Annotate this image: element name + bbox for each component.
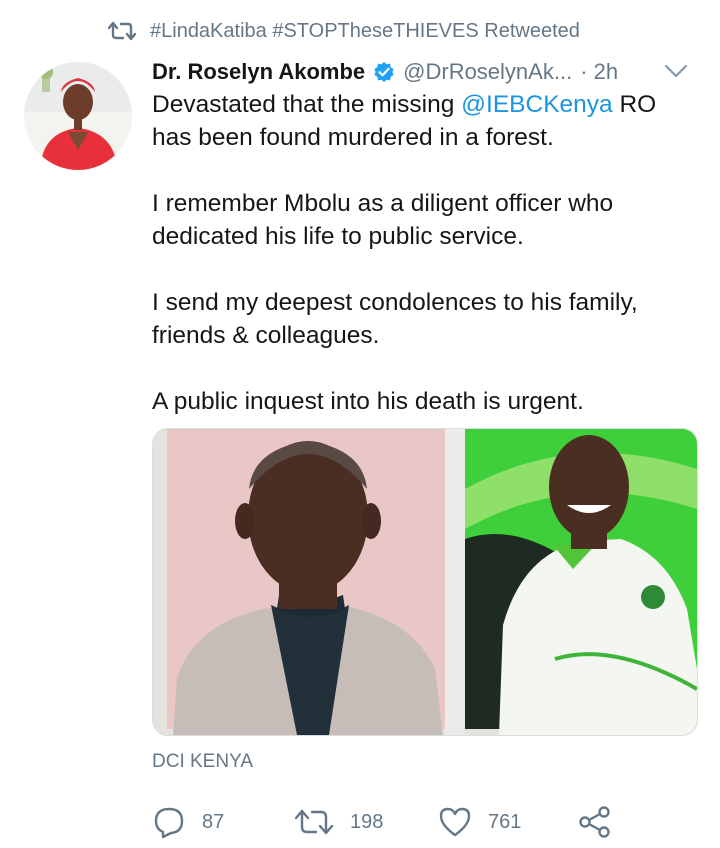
author-name[interactable]: Dr. Roselyn Akombe bbox=[152, 59, 365, 85]
tweet-header: Dr. Roselyn Akombe @DrRoselynAk... · 2h bbox=[152, 54, 697, 90]
retweet-context-text: #LindaKatiba #STOPTheseTHIEVES Retweeted bbox=[150, 19, 580, 42]
verified-badge-icon bbox=[373, 61, 395, 83]
retweet-context[interactable]: #LindaKatiba #STOPTheseTHIEVES Retweeted bbox=[108, 14, 580, 48]
time-separator: · bbox=[580, 59, 588, 84]
reply-icon bbox=[154, 807, 184, 839]
reply-count: 87 bbox=[202, 810, 225, 833]
share-icon bbox=[579, 806, 610, 838]
author-handle[interactable]: @DrRoselynAk... bbox=[403, 59, 572, 85]
retweet-count: 198 bbox=[350, 810, 384, 833]
tweet-media[interactable] bbox=[152, 428, 698, 736]
time-value: 2h bbox=[593, 59, 619, 84]
tweet-paragraph-4: A public inquest into his death is urgen… bbox=[152, 388, 584, 415]
retweet-button[interactable]: 198 bbox=[294, 800, 383, 844]
tweet-actions: 87 198 761 bbox=[152, 800, 672, 844]
mention-link[interactable]: @IEBCKenya bbox=[461, 91, 613, 118]
media-image bbox=[153, 429, 697, 735]
tweet-paragraph-2: I remember Mbolu as a diligent officer w… bbox=[152, 190, 614, 250]
reply-button[interactable]: 87 bbox=[152, 800, 224, 844]
like-button[interactable]: 761 bbox=[438, 800, 521, 844]
chevron-down-icon[interactable] bbox=[663, 60, 689, 86]
timestamp[interactable]: · 2h bbox=[580, 59, 618, 85]
share-button[interactable] bbox=[578, 800, 628, 844]
media-caption: DCI KENYA bbox=[152, 751, 254, 772]
tweet-text-span: Devastated that the missing bbox=[152, 91, 462, 118]
retweet-icon bbox=[294, 809, 334, 835]
heart-icon bbox=[439, 807, 471, 837]
retweet-icon bbox=[108, 21, 136, 41]
like-count: 761 bbox=[488, 810, 522, 833]
tweet-paragraph-1: Devastated that the missing @IEBCKenya R… bbox=[152, 88, 682, 154]
tweet-paragraph-3: I send my deepest condolences to his fam… bbox=[152, 289, 638, 349]
tweet-text: Devastated that the missing @IEBCKenya R… bbox=[152, 88, 682, 451]
avatar-image bbox=[24, 62, 132, 170]
avatar[interactable] bbox=[24, 62, 132, 170]
